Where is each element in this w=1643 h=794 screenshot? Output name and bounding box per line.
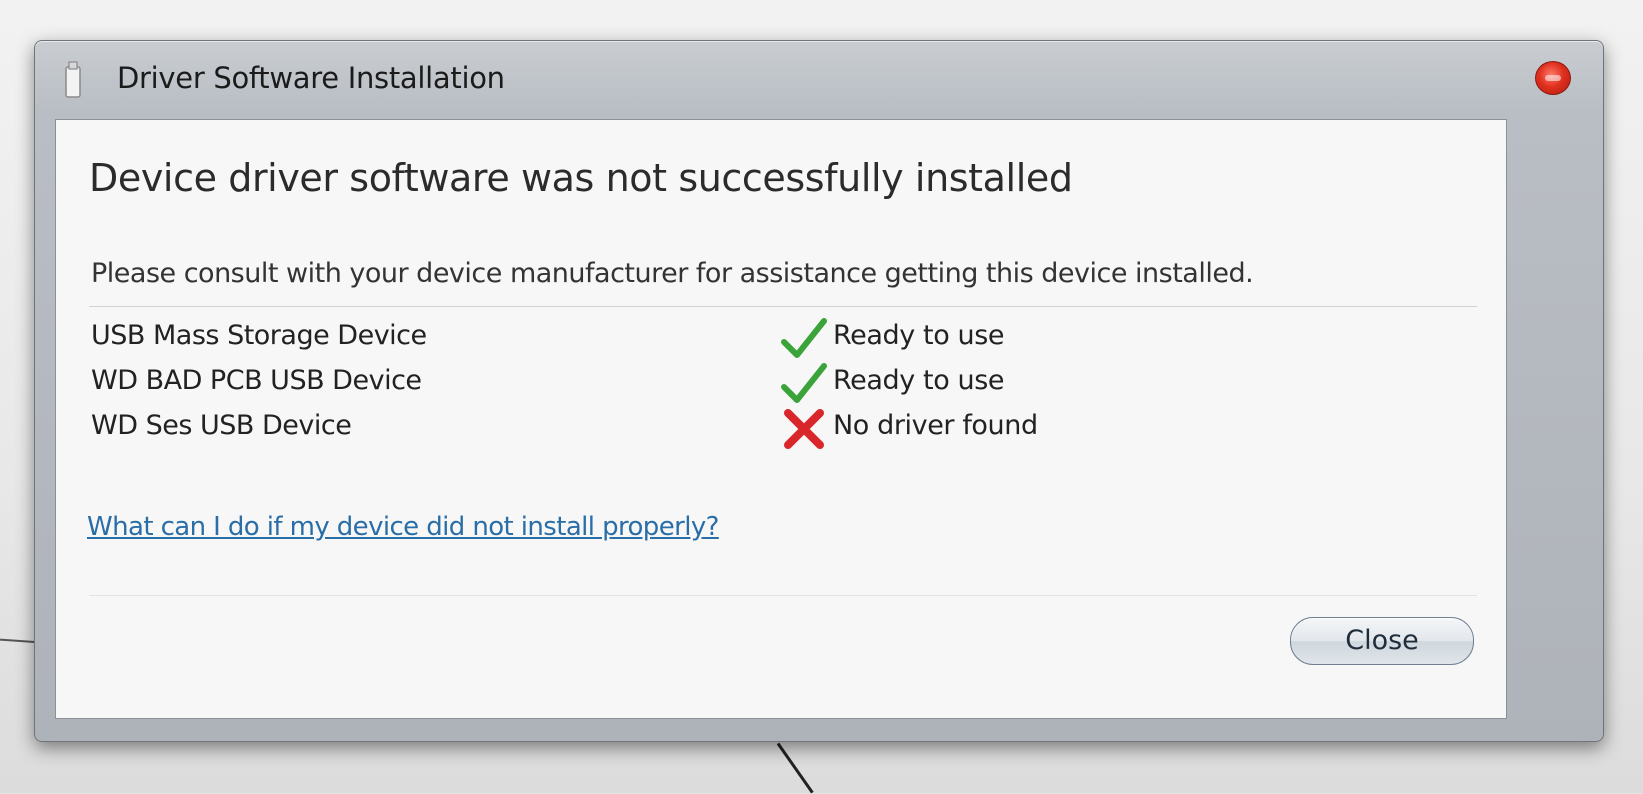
usb-device-icon [65, 61, 81, 98]
device-list: USB Mass Storage Device Ready to use WD … [91, 318, 1191, 453]
window-title: Driver Software Installation [117, 61, 505, 95]
divider [89, 306, 1477, 307]
dialog-heading: Device driver software was not successfu… [89, 156, 1073, 200]
window-close-button[interactable] [1535, 61, 1571, 95]
help-link[interactable]: What can I do if my device did not insta… [87, 512, 719, 542]
desktop-background: Driver Software Installation Device driv… [0, 0, 1643, 794]
device-name: WD BAD PCB USB Device [91, 365, 422, 396]
device-status: Ready to use [833, 365, 1005, 396]
dialog-content: Device driver software was not successfu… [55, 119, 1507, 719]
device-status: No driver found [833, 410, 1038, 441]
checkmark-icon [781, 363, 827, 403]
error-x-icon [784, 409, 824, 449]
device-row: WD BAD PCB USB Device Ready to use [91, 363, 1191, 408]
background-cable [776, 742, 814, 794]
close-button[interactable]: Close [1290, 617, 1474, 665]
checkmark-icon [781, 318, 827, 358]
device-row: WD Ses USB Device No driver found [91, 408, 1191, 453]
device-name: WD Ses USB Device [91, 410, 352, 441]
dialog-message: Please consult with your device manufact… [91, 258, 1254, 289]
driver-install-dialog: Driver Software Installation Device driv… [34, 40, 1604, 742]
device-name: USB Mass Storage Device [91, 320, 427, 351]
device-row: USB Mass Storage Device Ready to use [91, 318, 1191, 363]
device-status: Ready to use [833, 320, 1005, 351]
footer-divider [89, 595, 1477, 596]
title-bar[interactable]: Driver Software Installation [35, 41, 1603, 119]
